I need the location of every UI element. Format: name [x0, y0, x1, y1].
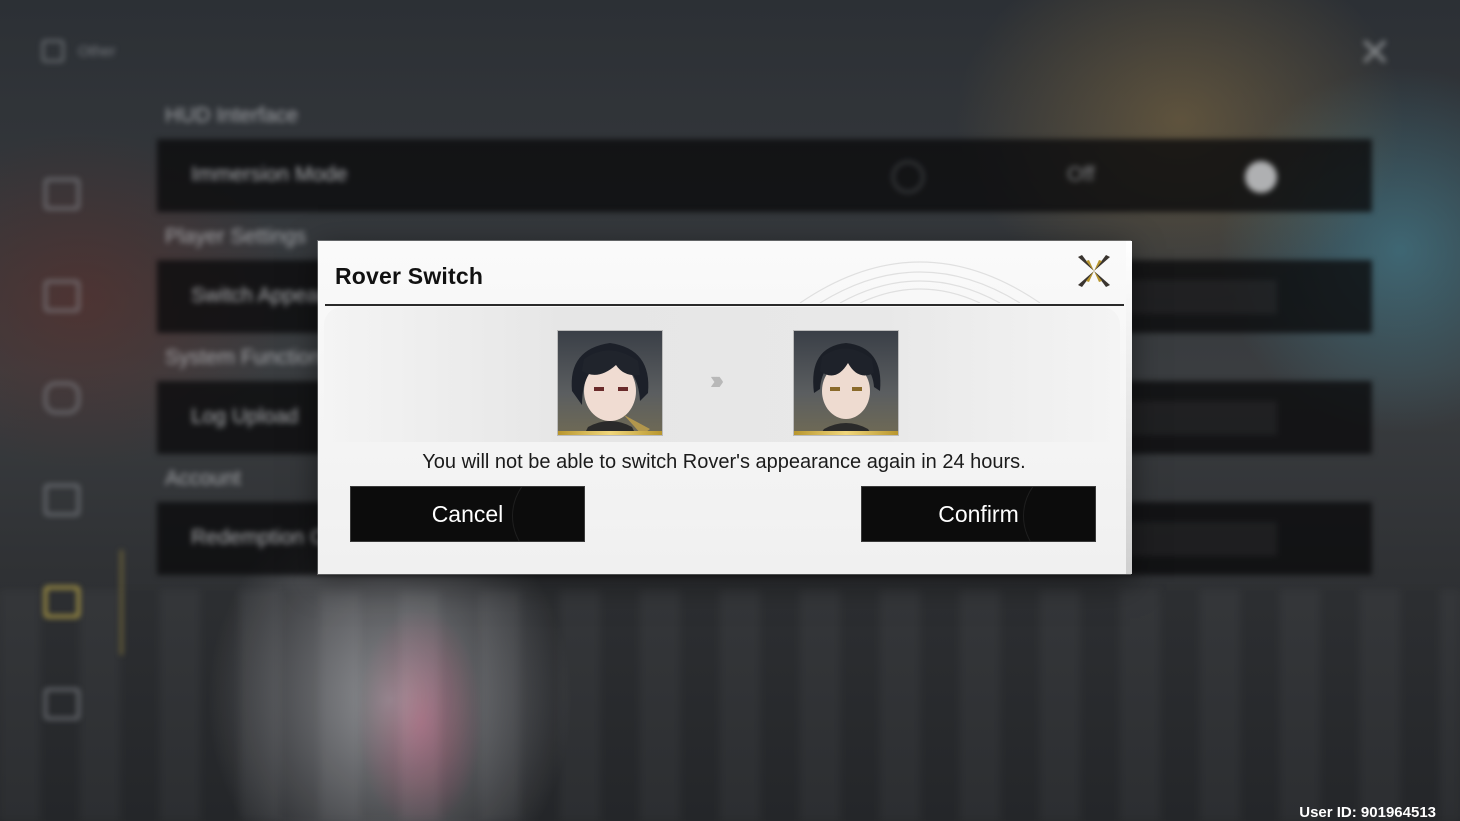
log-upload-label: Log Upload: [191, 405, 299, 428]
user-id-label: User ID: 901964513: [1299, 804, 1436, 821]
sidebar-top-label: Other: [78, 42, 116, 60]
close-icon[interactable]: [1076, 253, 1112, 289]
gamepad-icon[interactable]: [44, 382, 80, 414]
immersion-next-button[interactable]: [1245, 161, 1277, 193]
immersion-mode-label: Immersion Mode: [191, 163, 348, 186]
sidebar-top: Other: [42, 40, 116, 62]
user-icon: [42, 40, 64, 62]
keyboard-icon[interactable]: [44, 484, 80, 516]
immersion-prev-button[interactable]: [892, 161, 924, 193]
section-account-title: Account: [165, 467, 241, 490]
cancel-button-label: Cancel: [431, 500, 504, 527]
female-rover-portrait: [557, 330, 663, 436]
dialog-title-divider: [325, 304, 1124, 306]
chat-icon[interactable]: [44, 280, 80, 312]
male-rover-avatar-icon: [813, 343, 881, 435]
male-rover-portrait: [793, 330, 899, 436]
row-immersion-mode[interactable]: Immersion Mode Off: [157, 139, 1372, 212]
dialog-title: Rover Switch: [335, 263, 484, 289]
section-hud-title: HUD Interface: [165, 104, 299, 127]
cancel-button[interactable]: Cancel: [350, 486, 585, 542]
rover-switch-dialog: Rover Switch ››› You will not be able to…: [318, 241, 1132, 574]
portrait-panel: [324, 307, 1120, 442]
section-player-title: Player Settings: [165, 225, 307, 248]
display-icon[interactable]: [44, 178, 80, 210]
female-rover-avatar-icon: [571, 343, 650, 435]
dialog-decoration: [799, 261, 1041, 303]
menu-close-icon[interactable]: ✕: [1358, 30, 1392, 76]
background-floor: [0, 590, 1460, 821]
account-icon[interactable]: [44, 688, 80, 720]
immersion-mode-value: Off: [1067, 163, 1095, 186]
confirm-button-label: Confirm: [938, 500, 1019, 527]
sidebar-active-indicator: [120, 550, 123, 655]
section-system-title: System Functions: [165, 346, 332, 369]
settings-sidebar: Other: [20, 30, 130, 790]
settings-icon[interactable]: [44, 586, 80, 618]
switch-arrows-icon: ›››: [710, 365, 724, 395]
dialog-message: You will not be able to switch Rover's a…: [422, 451, 1026, 473]
confirm-button[interactable]: Confirm: [861, 486, 1096, 542]
